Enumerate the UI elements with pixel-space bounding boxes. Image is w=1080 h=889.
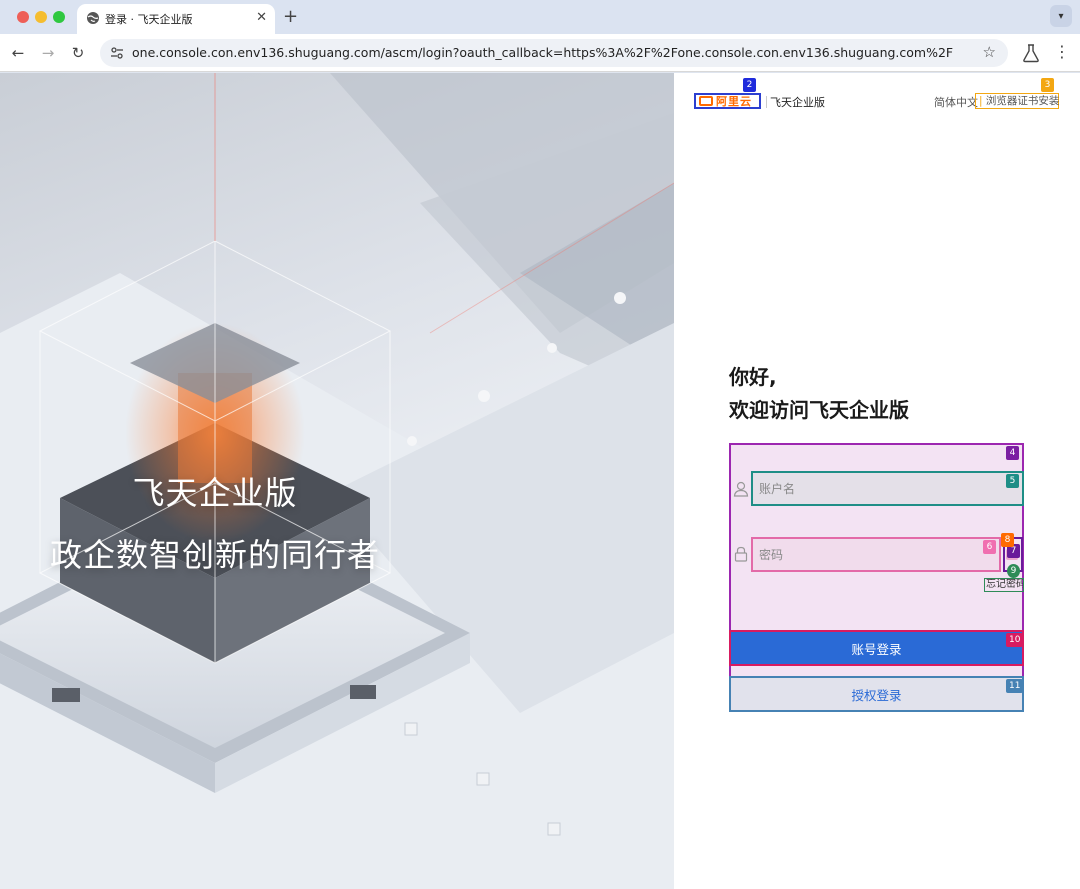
marker-badge: 8	[1001, 533, 1014, 547]
username-input[interactable]	[753, 473, 1022, 504]
login-panel: 阿里云 2 飞天企业版 简体中文 | 浏览器证书安装 3 你好, 欢迎访问飞天企…	[674, 73, 1080, 889]
browser-toolbar: ← → ↻ one.console.con.env136.shuguang.co…	[0, 34, 1080, 72]
chevron-down-icon[interactable]: ▾	[1050, 5, 1072, 27]
hero-title: 飞天企业版	[132, 474, 298, 512]
logo-divider	[766, 96, 767, 108]
marker-badge: 6	[983, 540, 996, 554]
forward-icon[interactable]: →	[38, 43, 58, 63]
marker-badge: 2	[743, 78, 756, 92]
welcome-text: 欢迎访问飞天企业版	[729, 398, 909, 422]
tab-strip: 登录 · 飞天企业版 ✕ + ▾	[0, 0, 1080, 34]
logo-mark-icon	[699, 96, 713, 106]
product-name: 飞天企业版	[770, 96, 825, 109]
minimize-window-button[interactable]	[35, 11, 47, 23]
close-window-button[interactable]	[17, 11, 29, 23]
aliyun-logo[interactable]: 阿里云	[694, 93, 761, 109]
cert-install-label: 浏览器证书安装	[985, 95, 1060, 107]
greeting-text: 你好,	[729, 365, 777, 389]
marker-badge: 4	[1006, 446, 1019, 460]
language-switcher[interactable]: 简体中文	[934, 94, 978, 110]
lock-icon	[734, 546, 748, 562]
labs-icon[interactable]	[1022, 43, 1040, 63]
username-field[interactable]	[751, 471, 1024, 506]
globe-icon	[87, 12, 99, 24]
account-login-button[interactable]: 账号登录	[729, 630, 1024, 666]
star-icon[interactable]: ☆	[983, 43, 996, 61]
address-bar[interactable]: one.console.con.env136.shuguang.com/ascm…	[100, 39, 1008, 67]
reload-icon[interactable]: ↻	[68, 43, 88, 63]
site-info-icon[interactable]	[110, 46, 124, 60]
authorized-login-button[interactable]: 授权登录	[729, 676, 1024, 712]
url-text[interactable]: one.console.con.env136.shuguang.com/ascm…	[132, 45, 953, 60]
forgot-password-link[interactable]: 忘记密码	[984, 578, 1024, 592]
user-icon	[733, 481, 749, 497]
cert-install-link[interactable]: | 浏览器证书安装	[975, 93, 1059, 109]
logo-text: 阿里云	[716, 95, 752, 108]
back-icon[interactable]: ←	[8, 43, 28, 63]
hero-banner: 飞天企业版 政企数智创新的同行者	[0, 73, 674, 889]
close-icon[interactable]: ✕	[256, 10, 267, 25]
maximize-window-button[interactable]	[53, 11, 65, 23]
more-icon[interactable]: ⋮	[1054, 43, 1070, 61]
marker-badge: 11	[1006, 679, 1024, 693]
new-tab-button[interactable]: +	[283, 6, 298, 27]
marker-badge: 9	[1007, 564, 1020, 578]
marker-badge: 5	[1006, 474, 1019, 488]
active-tab[interactable]: 登录 · 飞天企业版 ✕	[77, 4, 275, 34]
marker-badge: 3	[1041, 78, 1054, 92]
marker-badge: 10	[1006, 633, 1024, 647]
hero-subtitle: 政企数智创新的同行者	[49, 536, 380, 574]
cert-separator: |	[979, 95, 983, 107]
tab-title: 登录 · 飞天企业版	[105, 13, 193, 26]
password-input[interactable]	[753, 539, 999, 570]
login-form: 4 5 6 7 8 9 忘记密码	[729, 443, 1024, 711]
password-field[interactable]	[751, 537, 1001, 572]
